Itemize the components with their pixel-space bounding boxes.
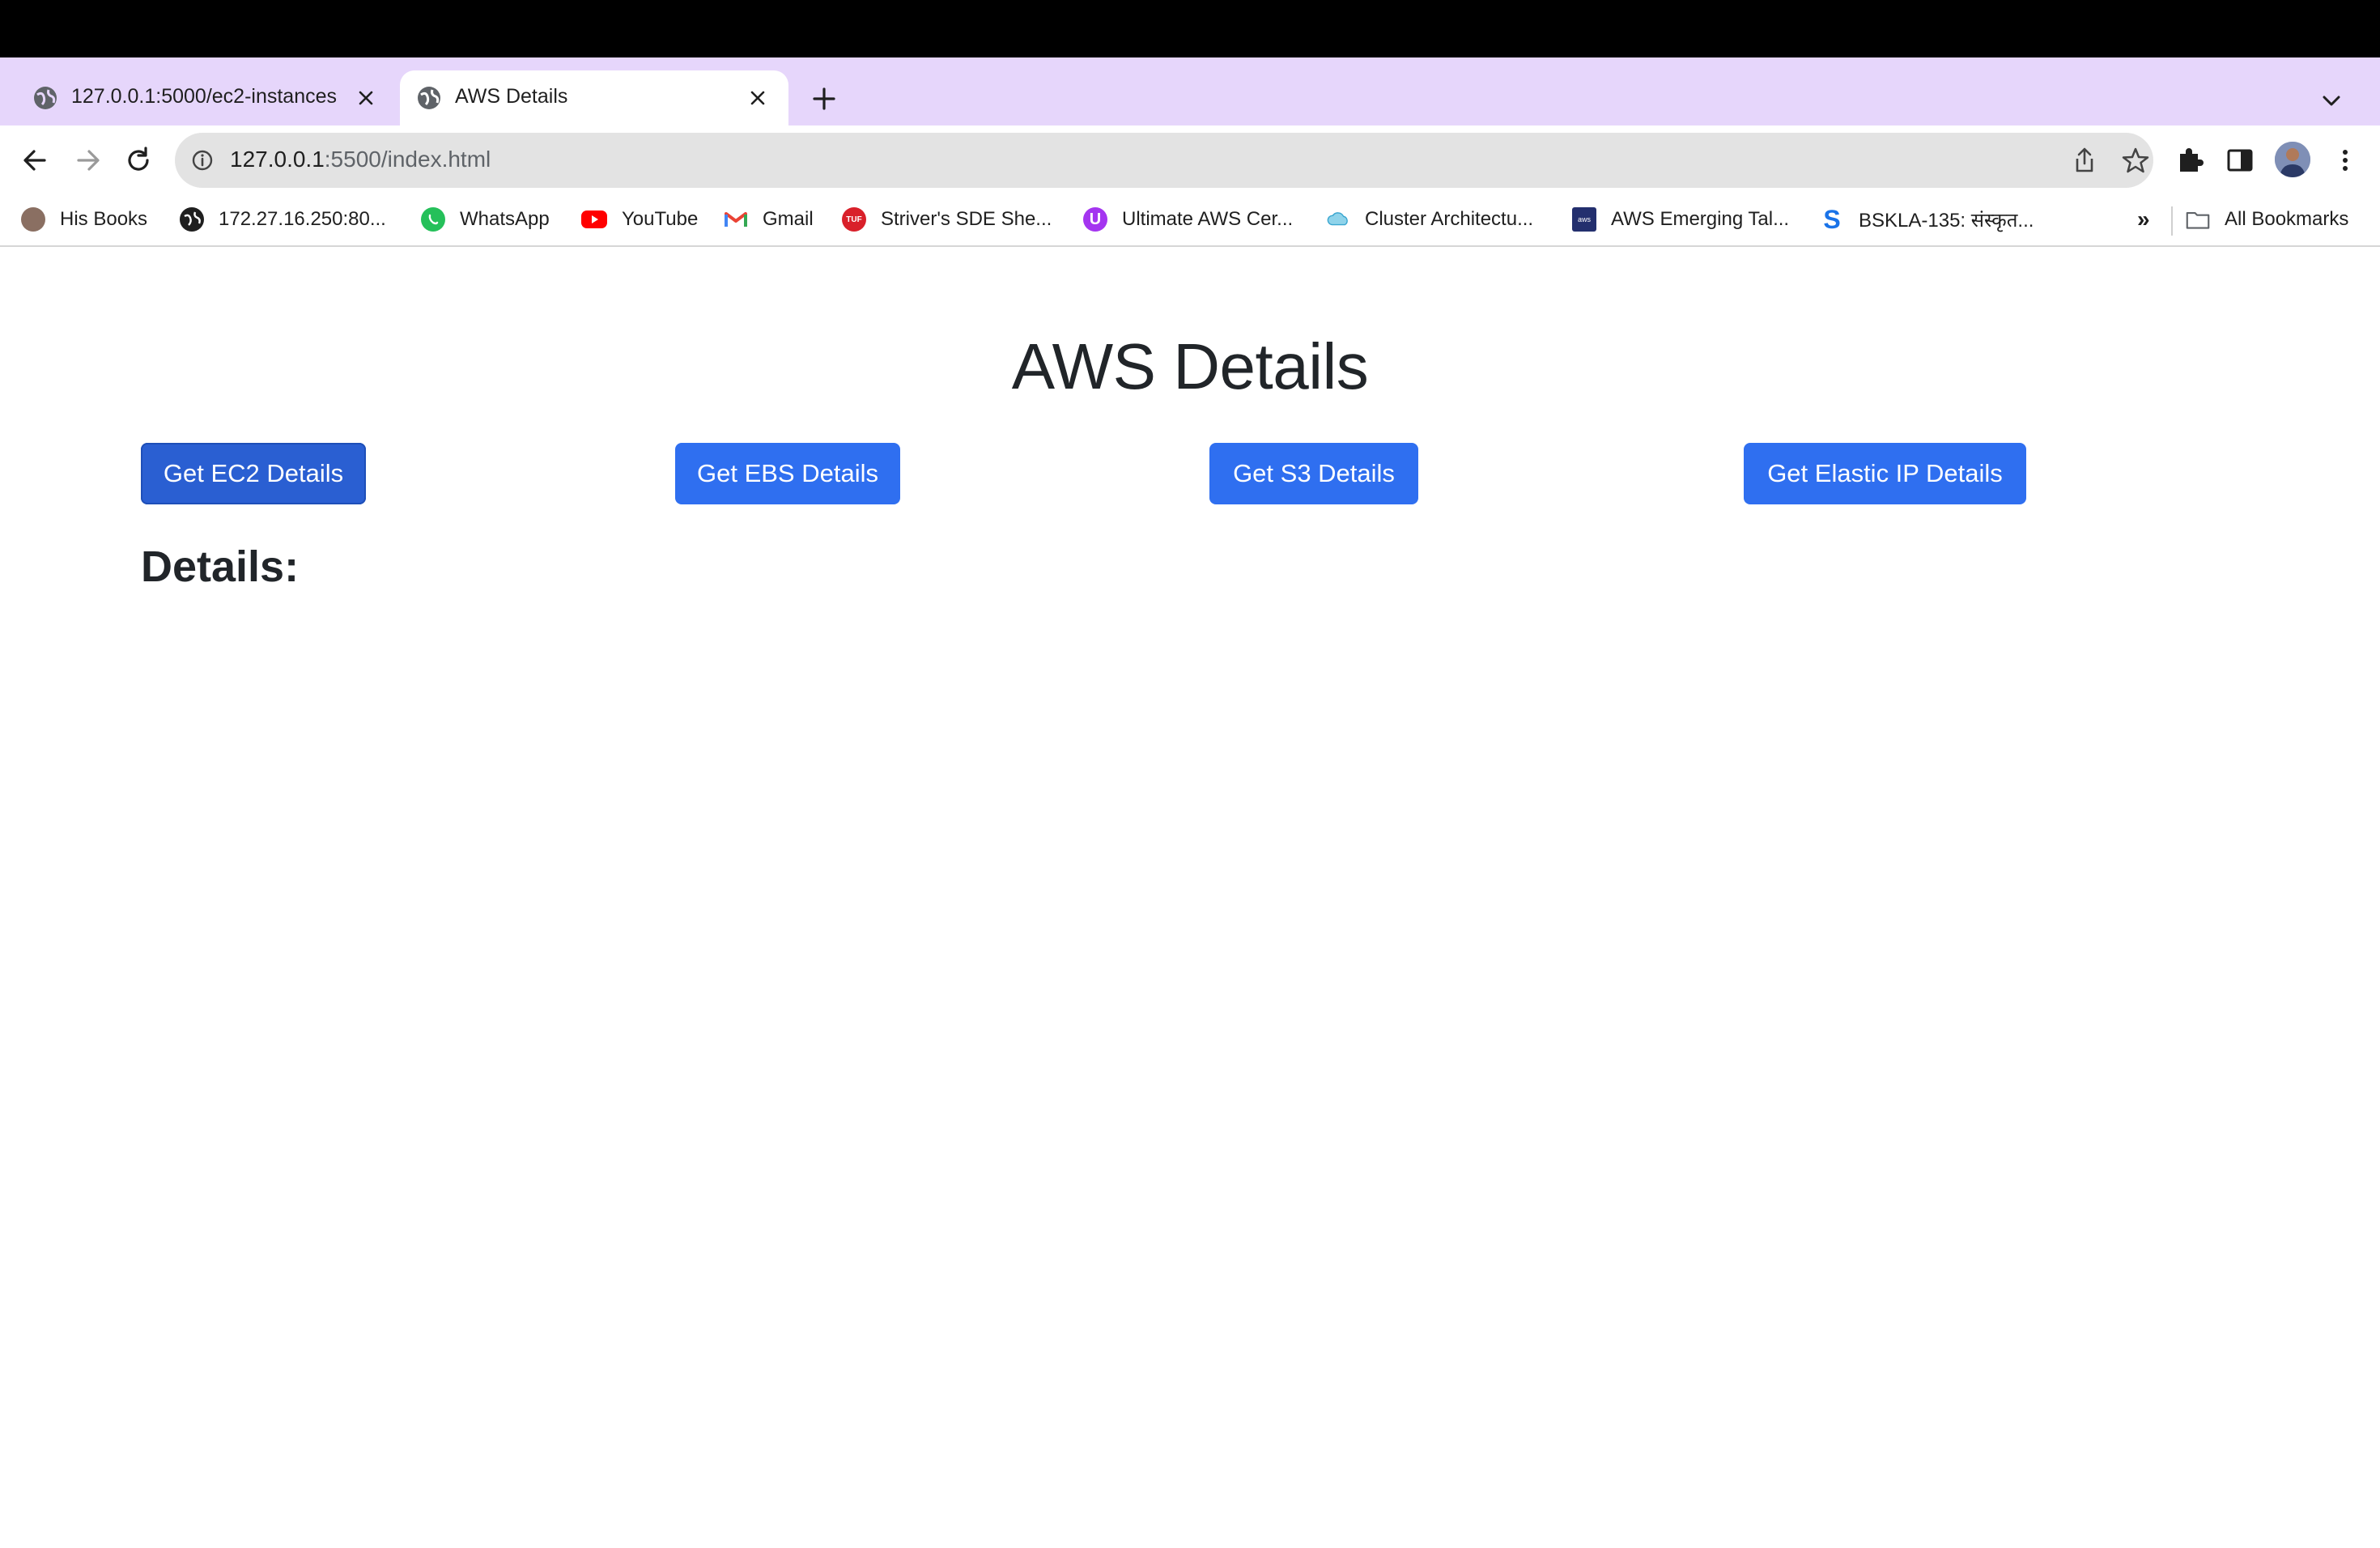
bookmark-aws-emerging[interactable]: aws AWS Emerging Tal...: [1572, 205, 1789, 234]
back-arrow-icon[interactable]: [18, 143, 52, 177]
globe-icon: [180, 207, 204, 232]
get-ec2-details-button[interactable]: Get EC2 Details: [141, 443, 366, 504]
get-ebs-details-button[interactable]: Get EBS Details: [675, 443, 900, 504]
bookmark-label: WhatsApp: [460, 208, 550, 230]
tuf-icon: TUF: [842, 207, 866, 232]
tab-strip: 127.0.0.1:5000/ec2-instances AWS Details: [0, 57, 2380, 125]
avatar-icon: [21, 207, 45, 232]
bookmark-ip-address[interactable]: 172.27.16.250:80...: [180, 205, 386, 234]
bookmark-label: Striver's SDE She...: [881, 208, 1052, 230]
bookmark-ultimate-aws[interactable]: U Ultimate AWS Cer...: [1083, 205, 1293, 234]
bookmark-his-books[interactable]: His Books: [21, 205, 147, 234]
bookmark-youtube[interactable]: YouTube: [581, 205, 698, 234]
new-tab-plus-icon[interactable]: [808, 83, 840, 115]
screen-top-bar: [0, 0, 2380, 57]
globe-icon: [418, 87, 440, 109]
tab-ec2-instances[interactable]: 127.0.0.1:5000/ec2-instances: [16, 70, 397, 125]
extensions-puzzle-icon[interactable]: [2173, 143, 2207, 177]
bookmark-cluster-architecture[interactable]: Cluster Architectu...: [1326, 205, 1533, 234]
aws-icon: aws: [1572, 207, 1596, 232]
close-icon[interactable]: [355, 87, 377, 109]
gmail-icon: [724, 207, 748, 232]
bookmark-star-icon[interactable]: [2121, 146, 2150, 175]
url-path: :5500/index.html: [324, 147, 491, 172]
side-panel-icon[interactable]: [2223, 143, 2257, 177]
share-icon[interactable]: [2071, 146, 2098, 175]
page-content: AWS Details Get EC2 Details Get EBS Deta…: [0, 247, 2380, 1548]
bookmark-striver-sde[interactable]: TUF Striver's SDE She...: [842, 205, 1052, 234]
tab-title: AWS Details: [455, 85, 568, 108]
youtube-icon: [581, 211, 607, 228]
url-host: 127.0.0.1: [230, 147, 325, 172]
tab-aws-details[interactable]: AWS Details: [400, 70, 788, 125]
all-bookmarks-folder[interactable]: All Bookmarks: [2186, 205, 2348, 234]
bookmark-gmail[interactable]: Gmail: [724, 205, 814, 234]
bookmark-label: Cluster Architectu...: [1365, 208, 1534, 230]
bookmark-bskla[interactable]: S BSKLA-135: संस्कृत...: [1820, 205, 2034, 234]
bookmark-whatsapp[interactable]: WhatsApp: [421, 205, 550, 234]
folder-icon: [2186, 207, 2210, 232]
whatsapp-icon: [421, 207, 445, 232]
details-heading: Details:: [141, 542, 300, 591]
close-icon[interactable]: [746, 87, 769, 109]
get-s3-details-button[interactable]: Get S3 Details: [1209, 443, 1418, 504]
info-icon[interactable]: [189, 147, 215, 173]
person-icon: [2275, 142, 2310, 177]
bookmark-label: His Books: [60, 208, 148, 230]
bookmarks-bar: His Books 172.27.16.250:80... WhatsApp Y…: [0, 195, 2380, 247]
bookmark-label: Gmail: [763, 208, 814, 230]
browser-toolbar: 127.0.0.1:5500/index.html: [0, 125, 2380, 195]
globe-icon: [34, 87, 57, 109]
bookmark-label: All Bookmarks: [2225, 208, 2349, 230]
page-title: AWS Details: [1011, 330, 1369, 402]
tab-title: 127.0.0.1:5000/ec2-instances: [71, 85, 338, 108]
bookmarks-divider: [2171, 206, 2173, 236]
bookmark-label: AWS Emerging Tal...: [1611, 208, 1790, 230]
forward-arrow-icon[interactable]: [71, 143, 105, 177]
url-text[interactable]: 127.0.0.1:5500/index.html: [230, 147, 491, 172]
profile-avatar[interactable]: [2275, 142, 2310, 177]
cloud-icon: [1326, 207, 1350, 232]
address-bar[interactable]: 127.0.0.1:5500/index.html: [175, 133, 2153, 188]
more-vertical-icon[interactable]: [2328, 143, 2362, 177]
get-elastic-ip-details-button[interactable]: Get Elastic IP Details: [1744, 443, 2026, 504]
bookmark-label: BSKLA-135: संस्कृत...: [1859, 209, 2034, 232]
chevron-down-icon[interactable]: [2315, 84, 2348, 117]
more-bookmarks-button[interactable]: »: [2137, 206, 2150, 232]
bookmark-label: YouTube: [622, 208, 699, 230]
reload-icon[interactable]: [121, 143, 155, 177]
s-icon: S: [1823, 204, 1841, 234]
bookmark-label: 172.27.16.250:80...: [219, 208, 386, 230]
udemy-icon: U: [1083, 207, 1107, 232]
bookmark-label: Ultimate AWS Cer...: [1122, 208, 1294, 230]
